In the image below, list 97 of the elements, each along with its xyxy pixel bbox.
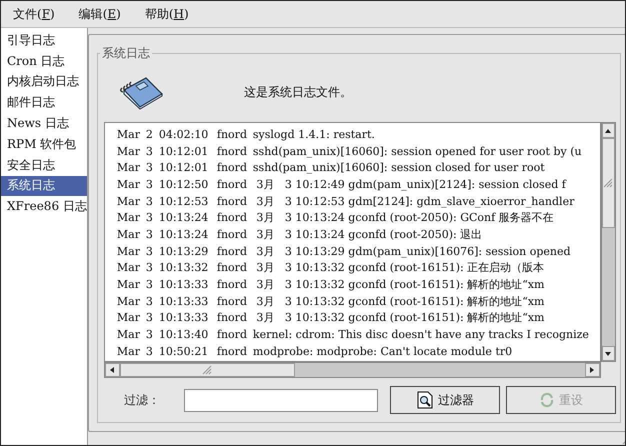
log-time: 10:13:40 — [158, 328, 210, 342]
log-day: 3 — [142, 261, 159, 274]
log-month: Mar — [116, 128, 141, 141]
log-host: fnord — [216, 294, 248, 308]
grip-icon — [603, 178, 614, 188]
log-host: fnord — [216, 311, 248, 324]
log-host: fnord — [216, 261, 248, 274]
log-month: Mar — [116, 228, 141, 241]
log-time: 10:13:24 — [158, 211, 210, 224]
log-message: 3月 3 10:13:32 gconfd (root-16151): 解析的地址“xm — [255, 277, 544, 292]
grip-icon — [202, 365, 212, 375]
log-month: Mar — [116, 294, 141, 308]
log-month: Mar — [116, 194, 141, 208]
down-arrow-icon — [604, 350, 612, 358]
log-month: Mar — [116, 144, 141, 158]
log-time: 10:13:33 — [158, 294, 210, 308]
left-arrow-icon — [108, 366, 116, 374]
sidebar-item[interactable]: News 日志 — [1, 113, 87, 134]
sidebar-item[interactable]: 邮件日志 — [1, 92, 87, 114]
filter-label: 过滤： — [124, 392, 161, 408]
log-day: 3 — [142, 244, 159, 258]
log-day: 3 — [142, 144, 159, 158]
log-message: 3月 3 10:12:49 gdm(pam_unix)[2124]: session closed f — [255, 176, 566, 192]
horizontal-scrollbar[interactable] — [104, 362, 601, 378]
log-time: 10:13:24 — [158, 228, 210, 241]
filter-button[interactable]: 过滤器 — [390, 386, 500, 414]
log-day: 3 — [142, 211, 159, 224]
log-host: fnord — [216, 328, 248, 342]
log-message: sshd(pam_unix)[16060]: session opened for user root by (u — [252, 144, 582, 158]
log-host: fnord — [216, 344, 248, 358]
log-month: Mar — [116, 261, 141, 274]
log-host: fnord — [216, 178, 248, 191]
log-time: 10:12:53 — [158, 194, 210, 208]
log-message: kernel: cdrom: This disc doesn't have any tracks I recognize — [252, 328, 589, 342]
log-message: modprobe: modprobe: Can't locate module tr0 — [252, 344, 512, 358]
log-time: 10:12:01 — [158, 161, 210, 174]
sidebar-item[interactable]: 系统日志 — [1, 176, 87, 196]
log-time: 10:13:33 — [158, 278, 210, 292]
log-message: 3月 3 10:13:32 gconfd (root-16151): 解析的地址“xm — [255, 294, 544, 309]
log-message: 3月 3 10:13:32 gconfd (root-16151): 正在启动（版本 — [255, 260, 544, 276]
sidebar-item[interactable]: RPM 软件包 — [1, 134, 87, 155]
log-time: 10:13:32 — [158, 261, 210, 274]
log-day: 3 — [142, 178, 159, 191]
menu-item[interactable]: 文件(F) — [11, 4, 57, 24]
log-message: 3月 3 10:13:24 gconfd (root-2050): GConf 服务器不在 — [255, 210, 554, 226]
log-day: 3 — [142, 311, 159, 324]
log-day: 2 — [142, 128, 159, 141]
log-day: 3 — [142, 278, 159, 292]
log-message: syslogd 1.4.1: restart. — [252, 128, 375, 141]
log-day: 3 — [142, 161, 159, 174]
sidebar-item[interactable]: 安全日志 — [1, 154, 87, 176]
log-time: 10:13:29 — [158, 244, 210, 258]
log-message: 3月 3 10:13:24 gconfd (root-2050): 退出 — [255, 226, 482, 242]
log-day: 3 — [142, 194, 159, 208]
description: 这是系统日志文件。 — [244, 84, 352, 100]
refresh-icon — [538, 392, 555, 408]
log-message: 3月 3 10:13:29 gdm(pam_unix)[16076]: session opened — [255, 244, 571, 259]
log-month: Mar — [116, 211, 141, 224]
log-time: 10:12:50 — [158, 178, 210, 191]
menu-item[interactable]: 编辑(E) — [76, 4, 123, 24]
log-host: fnord — [216, 244, 248, 258]
log-host: fnord — [216, 128, 248, 141]
log-host: fnord — [216, 228, 248, 241]
log-day: 3 — [142, 294, 159, 308]
sidebar-item[interactable]: 引导日志 — [1, 30, 87, 51]
right-arrow-icon — [588, 366, 596, 374]
search-document-icon — [416, 391, 434, 409]
vertical-scrollbar[interactable] — [600, 122, 616, 362]
log-month: Mar — [116, 344, 141, 358]
log-day: 3 — [142, 228, 159, 241]
log-time: 10:12:01 — [158, 144, 210, 158]
filter-field[interactable] — [184, 388, 378, 412]
sidebar-item[interactable]: XFree86 日志 — [1, 196, 87, 218]
log-day: 3 — [142, 344, 159, 358]
log-month: Mar — [116, 328, 141, 342]
log-month: Mar — [116, 311, 141, 324]
log-host: fnord — [216, 144, 248, 158]
log-month: Mar — [116, 178, 141, 191]
sidebar-item[interactable]: Cron 日志 — [1, 50, 87, 72]
log-month: Mar — [116, 278, 141, 292]
up-arrow-icon — [604, 126, 612, 134]
sidebar-item[interactable]: 内核启动日志 — [1, 72, 87, 92]
log-host: fnord — [216, 194, 248, 208]
log-message: 3月 3 10:12:53 gdm[2124]: gdm_slave_xioerror_handler — [255, 194, 574, 209]
log-month: Mar — [116, 244, 141, 258]
log-month: Mar — [116, 161, 141, 174]
menu-item[interactable]: 帮助(H) — [142, 4, 191, 24]
log-message: 3月 3 10:13:32 gconfd (root-16151): 解析的地址“xm — [255, 310, 544, 326]
log-host: fnord — [216, 278, 248, 292]
group-title: 系统日志 — [100, 45, 151, 62]
log-time: 04:02:10 — [158, 128, 210, 141]
log-time: 10:13:33 — [158, 311, 210, 324]
log-message: sshd(pam_unix)[16060]: session closed for user root — [252, 161, 545, 174]
log-host: fnord — [216, 211, 248, 224]
log-host: fnord — [216, 161, 248, 174]
log-time: 10:50:21 — [158, 344, 210, 358]
log-day: 3 — [142, 328, 159, 342]
